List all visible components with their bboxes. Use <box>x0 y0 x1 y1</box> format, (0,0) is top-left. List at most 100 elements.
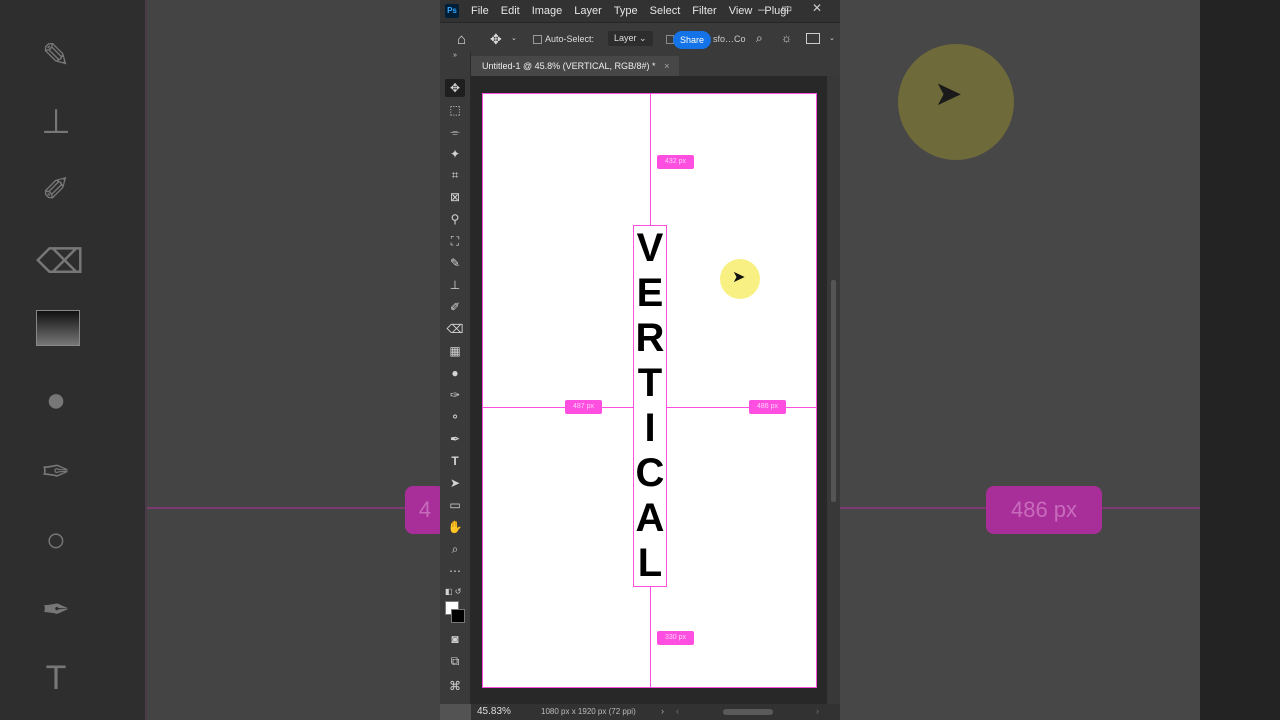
tool-preset-chevron-icon[interactable]: ⌄ <box>511 34 517 42</box>
backdrop-left-toolstrip: ✎ ⊥ ✐ ⌫ ● ✑ ○ ✒ T <box>0 0 147 720</box>
magic-wand-tool-icon[interactable]: ✦ <box>445 145 465 163</box>
backdrop-right: 486 px ➤ <box>840 0 1280 720</box>
clone-stamp-tool-icon[interactable]: ⊥ <box>445 276 465 294</box>
gradient-ghost-icon <box>36 310 80 346</box>
zoom-tool-icon[interactable]: ⌕ <box>445 540 465 558</box>
measure-top-badge: 432 px <box>657 155 694 169</box>
text-letter: V <box>636 226 664 270</box>
options-bar: ⌂ ✥ ⌄ Auto-Select: Layer ⌄ Share sfo…Co … <box>440 22 840 57</box>
path-selection-tool-icon[interactable]: ➤ <box>445 474 465 492</box>
photoshop-logo-icon: Ps <box>445 4 459 18</box>
hscroll-left-icon[interactable]: ‹ <box>676 706 679 716</box>
status-bar: 45.83% 1080 px x 1920 px (72 ppi) › ‹ › <box>471 704 840 720</box>
more-tools-icon[interactable]: ⋯ <box>445 562 465 580</box>
menu-view[interactable]: View <box>729 5 753 17</box>
workspace-icon[interactable] <box>806 33 820 44</box>
type-ghost-icon: T <box>45 659 67 697</box>
pen-tool-icon[interactable]: ✒ <box>445 430 465 448</box>
hand-tool-icon[interactable]: ✋ <box>445 518 465 536</box>
pen-ghost-icon: ✒ <box>41 591 71 629</box>
measure-right-badge: 486 px <box>749 400 786 414</box>
backdrop-left: ✎ ⊥ ✐ ⌫ ● ✑ ○ ✒ T 4 <box>0 0 440 720</box>
frame-tool-icon[interactable]: ⊠ <box>445 188 465 206</box>
artboard-icon[interactable]: ⌘ <box>445 677 465 695</box>
screen-mode-icon[interactable]: ⧉ <box>445 652 465 670</box>
toolbar-collapse-icon[interactable]: » <box>445 52 465 60</box>
search-icon[interactable]: ⌕ <box>756 31 763 46</box>
move-tool-icon[interactable]: ✥ <box>445 79 465 97</box>
guide-bottom <box>650 586 651 687</box>
text-letter: C <box>635 451 665 495</box>
auto-select-checkbox[interactable] <box>533 35 542 44</box>
history-brush-tool-icon[interactable]: ✐ <box>445 298 465 316</box>
move-tool-option-icon[interactable]: ✥ <box>490 31 502 48</box>
backdrop-left-badge: 4 <box>405 486 440 534</box>
text-letter: E <box>636 271 664 315</box>
history-brush-ghost-icon: ✐ <box>41 171 71 209</box>
type-tool-icon[interactable]: T <box>445 452 465 470</box>
zoom-level[interactable]: 45.83% <box>477 706 511 717</box>
status-info-arrow-icon[interactable]: › <box>661 706 664 716</box>
measure-bottom-badge: 330 px <box>657 631 694 645</box>
tools-panel: » ✥ ⬚ ⌯ ✦ ⌗ ⊠ ⚲ ⛶ ✎ ⊥ ✐ ⌫ ▦ ● ✑ ⚬ ✒ T ➤ … <box>440 52 471 704</box>
guide-left <box>483 407 634 408</box>
healing-brush-tool-icon[interactable]: ⛶ <box>445 232 465 250</box>
zoom-dodge-tool-icon[interactable]: ⚬ <box>445 408 465 426</box>
dodge-ghost-icon: ✑ <box>41 453 71 491</box>
document-tab-title: Untitled-1 @ 45.8% (VERTICAL, RGB/8#) * <box>482 61 656 71</box>
auto-select-target-dropdown[interactable]: Layer ⌄ <box>608 31 653 46</box>
hscroll-right-icon[interactable]: › <box>816 706 819 716</box>
text-letter: L <box>637 541 663 585</box>
gradient-tool-icon[interactable]: ▦ <box>445 342 465 360</box>
cursor-highlight-large: ➤ <box>898 44 1014 160</box>
move-cursor-icon: ➤ <box>934 75 963 113</box>
color-swatches[interactable] <box>445 601 465 623</box>
share-button[interactable]: Share <box>673 31 711 49</box>
close-window-button[interactable]: ✕ <box>812 1 822 15</box>
menu-file[interactable]: File <box>471 5 489 17</box>
guide-top <box>650 94 651 226</box>
measure-left-badge: 487 px <box>565 400 602 414</box>
horizontal-scroll-thumb[interactable] <box>723 709 773 715</box>
blur-tool-icon[interactable]: ● <box>445 364 465 382</box>
brush-tool-icon[interactable]: ✎ <box>445 254 465 272</box>
discover-lightbulb-icon[interactable]: ☼ <box>781 31 792 45</box>
minimize-button[interactable]: – <box>758 2 765 16</box>
document-info: 1080 px x 1920 px (72 ppi) <box>541 707 636 716</box>
zoom-ghost-icon: ○ <box>45 521 67 559</box>
vertical-text-layer[interactable]: V E R T I C A L <box>633 225 667 587</box>
menu-filter[interactable]: Filter <box>692 5 716 17</box>
maximize-button[interactable]: ▭ <box>781 1 792 15</box>
menu-bar: Ps File Edit Image Layer Type Select Fil… <box>440 0 840 22</box>
menu-layer[interactable]: Layer <box>574 5 602 17</box>
workspace-chevron-icon[interactable]: ⌄ <box>829 34 835 42</box>
background-color-swatch[interactable] <box>451 609 465 623</box>
rectangle-tool-icon[interactable]: ▭ <box>445 496 465 514</box>
vertical-scroll-thumb[interactable] <box>831 280 836 502</box>
backdrop-left-panel <box>147 0 440 720</box>
menu-edit[interactable]: Edit <box>501 5 520 17</box>
menu-select[interactable]: Select <box>650 5 681 17</box>
dodge-tool-icon[interactable]: ✑ <box>445 386 465 404</box>
eraser-tool-icon[interactable]: ⌫ <box>445 320 465 338</box>
menu-type[interactable]: Type <box>614 5 638 17</box>
vertical-scrollbar[interactable] <box>827 76 840 704</box>
text-letter: I <box>644 406 656 450</box>
backdrop-right-badge: 486 px <box>986 486 1102 534</box>
default-colors-icon[interactable]: ◧ ↺ <box>445 583 465 601</box>
eyedropper-tool-icon[interactable]: ⚲ <box>445 210 465 228</box>
lasso-tool-icon[interactable]: ⌯ <box>445 123 465 141</box>
backdrop-left-guide <box>147 507 405 509</box>
document-tab-close-icon[interactable]: × <box>664 61 669 71</box>
brush-ghost-icon: ✎ <box>41 37 71 75</box>
cursor-highlight: ➤ <box>720 259 760 299</box>
home-icon[interactable]: ⌂ <box>457 31 466 48</box>
crop-tool-icon[interactable]: ⌗ <box>445 166 465 184</box>
stamp-ghost-icon: ⊥ <box>41 103 71 141</box>
document-tab-bar: Untitled-1 @ 45.8% (VERTICAL, RGB/8#) * … <box>470 56 840 76</box>
menu-image[interactable]: Image <box>532 5 563 17</box>
quick-mask-icon[interactable]: ◙ <box>445 630 465 648</box>
marquee-tool-icon[interactable]: ⬚ <box>445 101 465 119</box>
document-tab[interactable]: Untitled-1 @ 45.8% (VERTICAL, RGB/8#) * … <box>470 56 680 76</box>
auto-select-label: Auto-Select: <box>545 34 595 44</box>
